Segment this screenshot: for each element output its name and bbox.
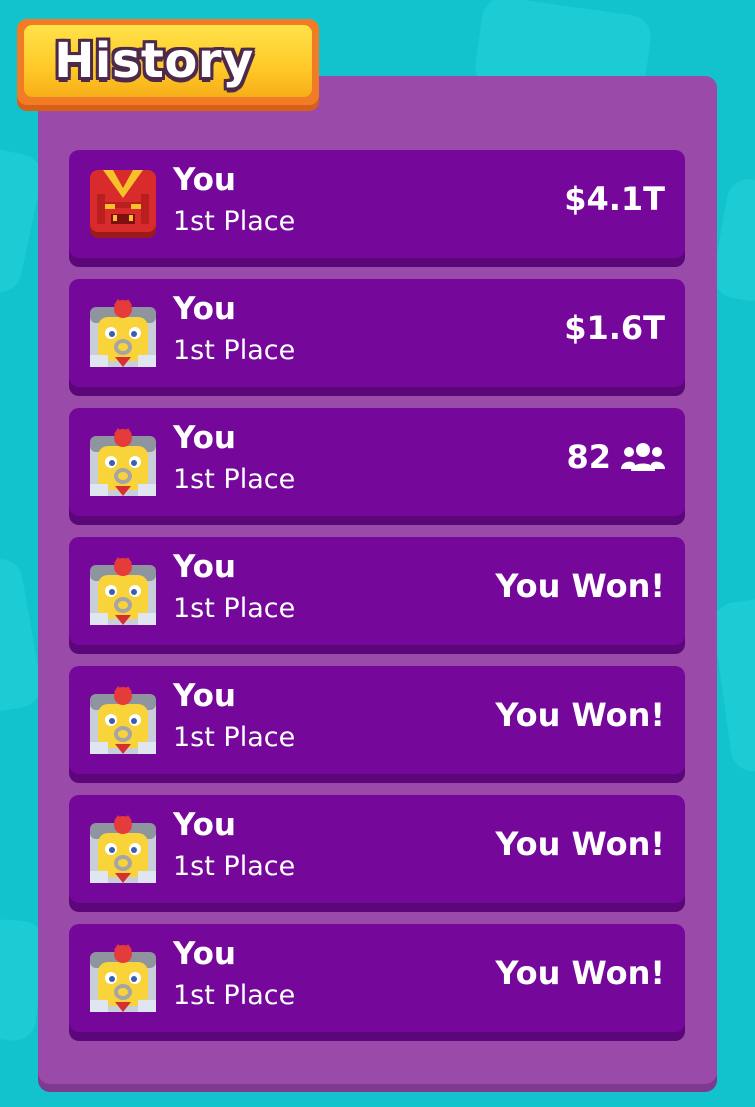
placement-label: 1st Place [173, 980, 296, 1011]
result-value: $4.1T [564, 180, 665, 218]
placement-label: 1st Place [173, 464, 296, 495]
king-avatar-icon [90, 686, 156, 754]
history-row[interactable]: You 1st Place You Won! [69, 537, 685, 645]
history-row[interactable]: You 1st Place $4.1T [69, 150, 685, 258]
result-value: You Won! [495, 567, 665, 605]
page-title: History [54, 33, 254, 89]
players-icon [621, 443, 665, 471]
result-text: You Won! [495, 567, 665, 605]
player-name: You [173, 936, 236, 972]
history-row[interactable]: You 1st Place You Won! [69, 666, 685, 774]
history-row[interactable]: You 1st Place You Won! [69, 795, 685, 903]
king-avatar-icon [90, 428, 156, 496]
result-text: $1.6T [564, 309, 665, 347]
result-text: 82 [566, 438, 611, 476]
player-name: You [173, 678, 236, 714]
result-text: You Won! [495, 825, 665, 863]
player-name: You [173, 549, 236, 585]
result-value: $1.6T [564, 309, 665, 347]
placement-label: 1st Place [173, 206, 296, 237]
result-value: 82 [566, 438, 665, 476]
player-name: You [173, 807, 236, 843]
result-text: You Won! [495, 696, 665, 734]
history-title-badge: History [17, 19, 319, 105]
king-avatar-icon [90, 557, 156, 625]
placement-label: 1st Place [173, 593, 296, 624]
result-text: You Won! [495, 954, 665, 992]
history-row[interactable]: You 1st Place 82 [69, 408, 685, 516]
history-row[interactable]: You 1st Place $1.6T [69, 279, 685, 387]
player-name: You [173, 291, 236, 327]
king-avatar-icon [90, 944, 156, 1012]
background-shape [710, 595, 755, 775]
placement-label: 1st Place [173, 722, 296, 753]
player-name: You [173, 420, 236, 456]
king-avatar-icon [90, 299, 156, 367]
result-value: You Won! [495, 954, 665, 992]
king-avatar-icon [90, 815, 156, 883]
history-row[interactable]: You 1st Place You Won! [69, 924, 685, 1032]
player-name: You [173, 162, 236, 198]
placement-label: 1st Place [173, 335, 296, 366]
history-title-inner: History [24, 25, 312, 97]
red-knight-avatar-icon [90, 170, 156, 238]
placement-label: 1st Place [173, 851, 296, 882]
result-value: You Won! [495, 696, 665, 734]
result-text: $4.1T [564, 180, 665, 218]
result-value: You Won! [495, 825, 665, 863]
